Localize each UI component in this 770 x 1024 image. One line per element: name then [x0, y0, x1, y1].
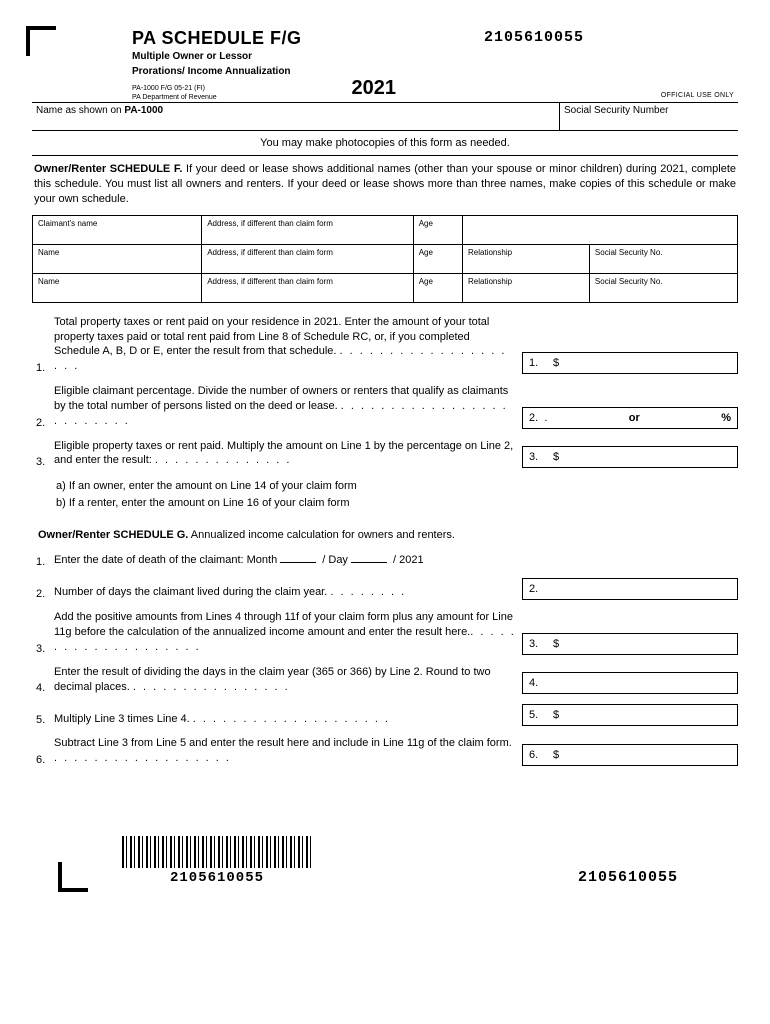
g-line-6-box[interactable]: 6.$ [522, 744, 738, 766]
photocopy-note: You may make photocopies of this form as… [32, 131, 738, 156]
barcode: 2105610055 [122, 836, 312, 886]
schedule-f-bold: Owner/Renter SCHEDULE F. [34, 163, 182, 175]
official-use-only: OFFICIAL USE ONLY [661, 92, 734, 99]
table-row: Name Address, if different than claim fo… [33, 244, 738, 273]
g-line-4-text: Enter the result of dividing the days in… [54, 665, 522, 695]
form-header: PA SCHEDULE F/G Multiple Owner or Lessor… [32, 28, 738, 102]
form-subtitle-2: Prorations/ Income Annualization [132, 66, 302, 79]
ssn-cell-3[interactable]: Social Security No. [589, 273, 737, 302]
line-num: 3. [32, 643, 54, 655]
age-cell[interactable]: Age [413, 273, 462, 302]
line-1-text: Total property taxes or rent paid on you… [54, 315, 522, 374]
form-title: PA SCHEDULE F/G [132, 28, 302, 49]
schedule-f-lines: 1. Total property taxes or rent paid on … [32, 315, 738, 512]
dept-line: PA Department of Revenue [132, 93, 302, 102]
owners-table: Claimant's name Address, if different th… [32, 215, 738, 303]
g-line-3-text: Add the positive amounts from Lines 4 th… [54, 610, 522, 655]
barcode-number: 2105610055 [122, 870, 312, 886]
claimant-age-cell[interactable]: Age [413, 215, 462, 244]
line-num: 4. [32, 682, 54, 694]
g-line-2-text: Number of days the claimant lived during… [54, 585, 522, 600]
relationship-cell[interactable]: Relationship [463, 273, 590, 302]
g-line-5-box[interactable]: 5.$ [522, 704, 738, 726]
line-num: 1. [32, 556, 54, 568]
schedule-g-text: Annualized income calculation for owners… [188, 529, 455, 541]
line-num: 2. [32, 588, 54, 600]
barcode-bars-icon [122, 836, 312, 868]
line-3a: a) If an owner, enter the amount on Line… [56, 478, 738, 495]
table-row: Claimant's name Address, if different th… [33, 215, 738, 244]
schedule-g-intro: Owner/Renter SCHEDULE G. Annualized inco… [38, 529, 738, 541]
g-line-1-text: Enter the date of death of the claimant:… [54, 553, 536, 568]
g-line-6-text: Subtract Line 3 from Line 5 and enter th… [54, 736, 522, 766]
age-cell[interactable]: Age [413, 244, 462, 273]
line-num: 1. [32, 362, 54, 374]
g-line-3-box[interactable]: 3.$ [522, 633, 738, 655]
g-line-4-box[interactable]: 4. [522, 672, 738, 694]
line-1-box[interactable]: 1. $ [522, 352, 738, 374]
ssn-field[interactable]: Social Security Number [559, 102, 738, 131]
form-subtitle-1: Multiple Owner or Lessor [132, 51, 302, 64]
line-num: 5. [32, 714, 54, 726]
line-3-text: Eligible property taxes or rent paid. Mu… [54, 439, 522, 469]
g-line-2-box[interactable]: 2. [522, 578, 738, 600]
corner-mark-tl [26, 26, 56, 56]
relationship-cell[interactable]: Relationship [463, 244, 590, 273]
line-2-text: Eligible claimant percentage. Divide the… [54, 384, 522, 429]
footer-form-number: 2105610055 [578, 869, 678, 886]
name-field[interactable]: Name as shown on PA-1000 [32, 102, 559, 131]
corner-mark-bl [58, 862, 88, 892]
line-num: 6. [32, 754, 54, 766]
claimant-name-cell[interactable]: Claimant's name [33, 215, 202, 244]
line-3b: b) If a renter, enter the amount on Line… [56, 495, 738, 512]
tax-year: 2021 [352, 77, 397, 100]
table-row: Name Address, if different than claim fo… [33, 273, 738, 302]
ssn-cell-2[interactable]: Social Security No. [589, 244, 737, 273]
name-ssn-row: Name as shown on PA-1000 Social Security… [32, 102, 738, 131]
schedule-g-lines: 1. Enter the date of death of the claima… [32, 553, 738, 766]
line-num: 2. [32, 417, 54, 429]
day-field[interactable] [351, 562, 387, 563]
month-field[interactable] [280, 562, 316, 563]
form-footer: 2105610055 2105610055 [32, 836, 738, 896]
line-num: 3. [32, 456, 54, 468]
schedule-g-bold: Owner/Renter SCHEDULE G. [38, 529, 188, 541]
g-line-5-text: Multiply Line 3 times Line 4. . . . . . … [54, 712, 522, 727]
ssn-label: Social Security Number [564, 105, 668, 116]
blank-cell [463, 215, 738, 244]
line-2-box[interactable]: 2. . or % [522, 407, 738, 429]
name-cell[interactable]: Name [33, 273, 202, 302]
name-cell[interactable]: Name [33, 244, 202, 273]
claimant-address-cell[interactable]: Address, if different than claim form [202, 215, 414, 244]
line-3-box[interactable]: 3. $ [522, 446, 738, 468]
address-cell[interactable]: Address, if different than claim form [202, 273, 414, 302]
form-number-top: 2105610055 [484, 29, 584, 46]
form-id-line: PA-1000 F/G 05-21 (FI) [132, 84, 302, 93]
schedule-f-instruction: Owner/Renter SCHEDULE F. If your deed or… [32, 156, 738, 213]
address-cell[interactable]: Address, if different than claim form [202, 244, 414, 273]
